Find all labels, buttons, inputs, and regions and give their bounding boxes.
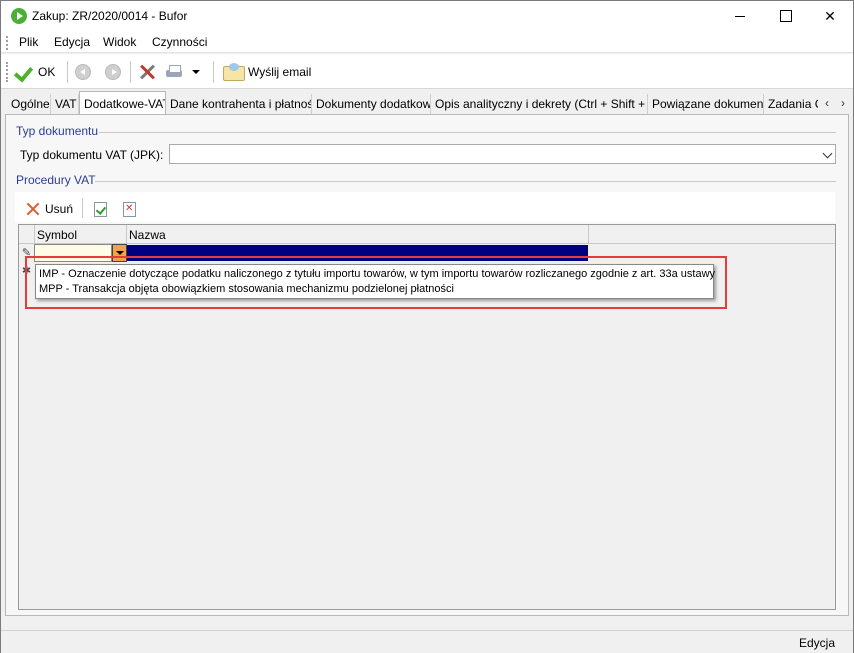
menu-plik[interactable]: Plik (19, 35, 38, 49)
tab-scroll-left-button[interactable]: ‹ (820, 95, 834, 111)
app-icon (11, 8, 27, 24)
group-divider (95, 181, 836, 182)
confirm-row-button[interactable] (94, 198, 107, 220)
ok-button[interactable]: OK (16, 61, 55, 83)
tab-dokumenty-dodatkowe[interactable]: Dokumenty dodatkowe (312, 94, 431, 114)
toolbar: OK Wyślij email (1, 54, 853, 89)
send-email-label: Wyślij email (248, 65, 312, 79)
checkmark-icon (16, 63, 34, 81)
column-separator (588, 225, 589, 244)
menu-bar: Plik Edycja Widok Czynności (1, 31, 853, 53)
next-button[interactable] (105, 61, 121, 83)
chevron-down-icon (822, 148, 833, 159)
nazwa-cell[interactable] (127, 245, 588, 261)
arrow-left-icon (75, 64, 91, 80)
column-separator (34, 225, 35, 244)
group-title-typ-dokumentu: Typ dokumentu (16, 124, 99, 138)
toolbar-separator (130, 61, 131, 83)
typ-dokumentu-vat-combo[interactable] (169, 144, 836, 164)
tab-dodatkowe-vat[interactable]: Dodatkowe-VAT (79, 91, 166, 115)
minimize-button[interactable] (717, 1, 763, 31)
window-title: Zakup: ZR/2020/0014 - Bufor (32, 9, 188, 23)
tab-opis-analityczny[interactable]: Opis analityczny i dekrety (Ctrl + Shift… (431, 94, 648, 114)
tab-ogolne[interactable]: Ogólne (7, 94, 51, 114)
menu-czynnosci[interactable]: Czynności (152, 35, 207, 49)
menu-widok[interactable]: Widok (103, 35, 136, 49)
maximize-button[interactable] (763, 1, 809, 31)
close-button[interactable]: ✕ (807, 1, 853, 31)
tab-powiazane-dokumenty[interactable]: Powiązane dokumenty (648, 94, 764, 114)
symbol-dropdown-button[interactable] (112, 244, 127, 262)
document-check-icon (94, 201, 107, 217)
dropdown-option-mpp[interactable]: MPP - Transakcja objęta obowiązkiem stos… (39, 283, 454, 295)
edit-row-indicator: ✎ (21, 247, 32, 259)
menu-grip[interactable] (6, 36, 8, 50)
toolbar-separator (67, 61, 68, 83)
cancel-row-button[interactable] (123, 198, 136, 220)
column-header-nazwa[interactable]: Nazwa (129, 228, 166, 242)
group-title-procedury-vat: Procedury VAT (16, 173, 96, 187)
tab-vat[interactable]: VAT (51, 94, 79, 114)
tab-scroll-right-button[interactable]: › (836, 95, 850, 111)
print-button[interactable] (165, 61, 183, 83)
tab-strip: Ogólne VAT Dodatkowe-VAT Dane kontrahent… (1, 91, 853, 115)
status-text: Edycja (798, 636, 835, 650)
symbol-dropdown-list[interactable]: IMP - Oznaczenie dotyczące podatku nalic… (35, 264, 715, 299)
group-divider (99, 132, 836, 133)
column-header-symbol[interactable]: Symbol (37, 228, 77, 242)
delete-x-icon (25, 201, 41, 217)
document-cancel-icon (123, 201, 136, 217)
grid-toolbar: Usuń (15, 192, 835, 222)
previous-button[interactable] (75, 61, 91, 83)
print-dropdown-button[interactable] (192, 61, 200, 83)
tab-dane-kontrahenta[interactable]: Dane kontrahenta i płatności (166, 94, 312, 114)
title-bar: Zakup: ZR/2020/0014 - Bufor ✕ (1, 1, 853, 31)
column-separator (126, 225, 127, 244)
send-email-button[interactable]: Wyślij email (222, 61, 311, 83)
delete-label: Usuń (45, 202, 74, 216)
dropdown-arrow-icon (192, 70, 200, 74)
dropdown-option-imp[interactable]: IMP - Oznaczenie dotyczące podatku nalic… (39, 268, 715, 280)
delete-button[interactable]: Usuń (25, 198, 73, 220)
status-bar: Edycja (1, 630, 853, 653)
email-icon (222, 63, 245, 81)
grid-header: Symbol Nazwa (19, 225, 835, 244)
toolbar-separator (213, 61, 214, 83)
ok-label: OK (38, 65, 56, 79)
tools-button[interactable] (138, 61, 156, 83)
toolbar-grip[interactable] (6, 62, 8, 82)
printer-icon (165, 64, 183, 80)
table-row[interactable]: ✎ (19, 244, 835, 262)
symbol-cell-editor[interactable] (34, 244, 112, 262)
tools-icon (138, 63, 156, 81)
new-row-indicator: ✱ (21, 265, 32, 277)
arrow-right-icon (105, 64, 121, 80)
tab-zadania[interactable]: Zadania C (764, 94, 818, 114)
menu-edycja[interactable]: Edycja (54, 35, 90, 49)
main-window: Zakup: ZR/2020/0014 - Bufor ✕ Plik Edycj… (0, 0, 854, 653)
toolbar-separator (82, 198, 83, 218)
typ-dokumentu-vat-label: Typ dokumentu VAT (JPK): (20, 148, 164, 162)
